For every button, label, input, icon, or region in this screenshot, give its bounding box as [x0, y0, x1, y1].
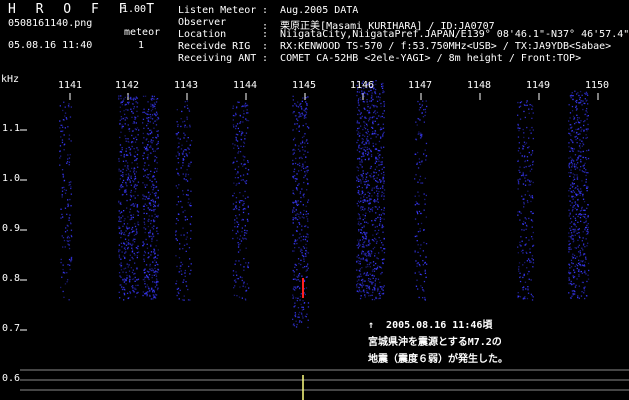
meteor-count: 1: [138, 40, 145, 51]
signal-noise: [59, 80, 590, 329]
info-label-listen: Listen Meteor: [178, 5, 257, 16]
y-tick: 1.0: [2, 173, 21, 184]
meteor-label: meteor: [124, 27, 161, 38]
info-value-location: : NiigataCity,NiigataPref.JAPAN/E139° 08…: [262, 29, 629, 40]
x-tick: 1145: [292, 80, 317, 91]
x-tick: 1141: [58, 80, 83, 91]
x-tick: 1144: [233, 80, 258, 91]
file-name: 0508161140.png: [8, 18, 93, 29]
info-label-location: Location: [178, 29, 227, 40]
y-tick: 0.7: [2, 323, 21, 334]
x-tick: 1149: [526, 80, 551, 91]
y-tick: 0.8: [2, 273, 21, 284]
y-tick: 1.1: [2, 123, 21, 134]
info-value-listen: : Aug.2005 DATA: [262, 5, 359, 16]
y-tick: 0.9: [2, 223, 21, 234]
x-tick: 1146: [350, 80, 375, 91]
annotation-line-2: 宮城県沖を震源とするM7.2の: [368, 337, 502, 348]
x-tick: 1143: [174, 80, 199, 91]
x-tick: 1148: [467, 80, 492, 91]
info-label-rig: Receivde RIG: [178, 41, 251, 52]
x-tick: 1147: [408, 80, 433, 91]
app-version: 1.00: [122, 4, 147, 15]
capture-datetime: 05.08.16 11:40: [8, 40, 93, 51]
annotation-line-1: ↑ 2005.08.16 11:46頃: [368, 320, 493, 331]
annotation-line-3: 地震（震度６弱）が発生した。: [368, 354, 508, 365]
info-value-ant: : COMET CA-52HB <2ele-YAGI> / 8m height …: [262, 53, 582, 64]
x-tick: 1150: [585, 80, 610, 91]
y-tick: 0.6: [2, 373, 21, 384]
info-value-rig: : RX:KENWOOD TS-570 / f:53.750MHz<USB> /…: [262, 41, 612, 52]
x-tick: 1142: [115, 80, 140, 91]
info-label-observer: Observer: [178, 17, 227, 28]
y-axis-unit: kHz: [1, 74, 20, 85]
info-label-ant: Receiving ANT: [178, 53, 257, 64]
